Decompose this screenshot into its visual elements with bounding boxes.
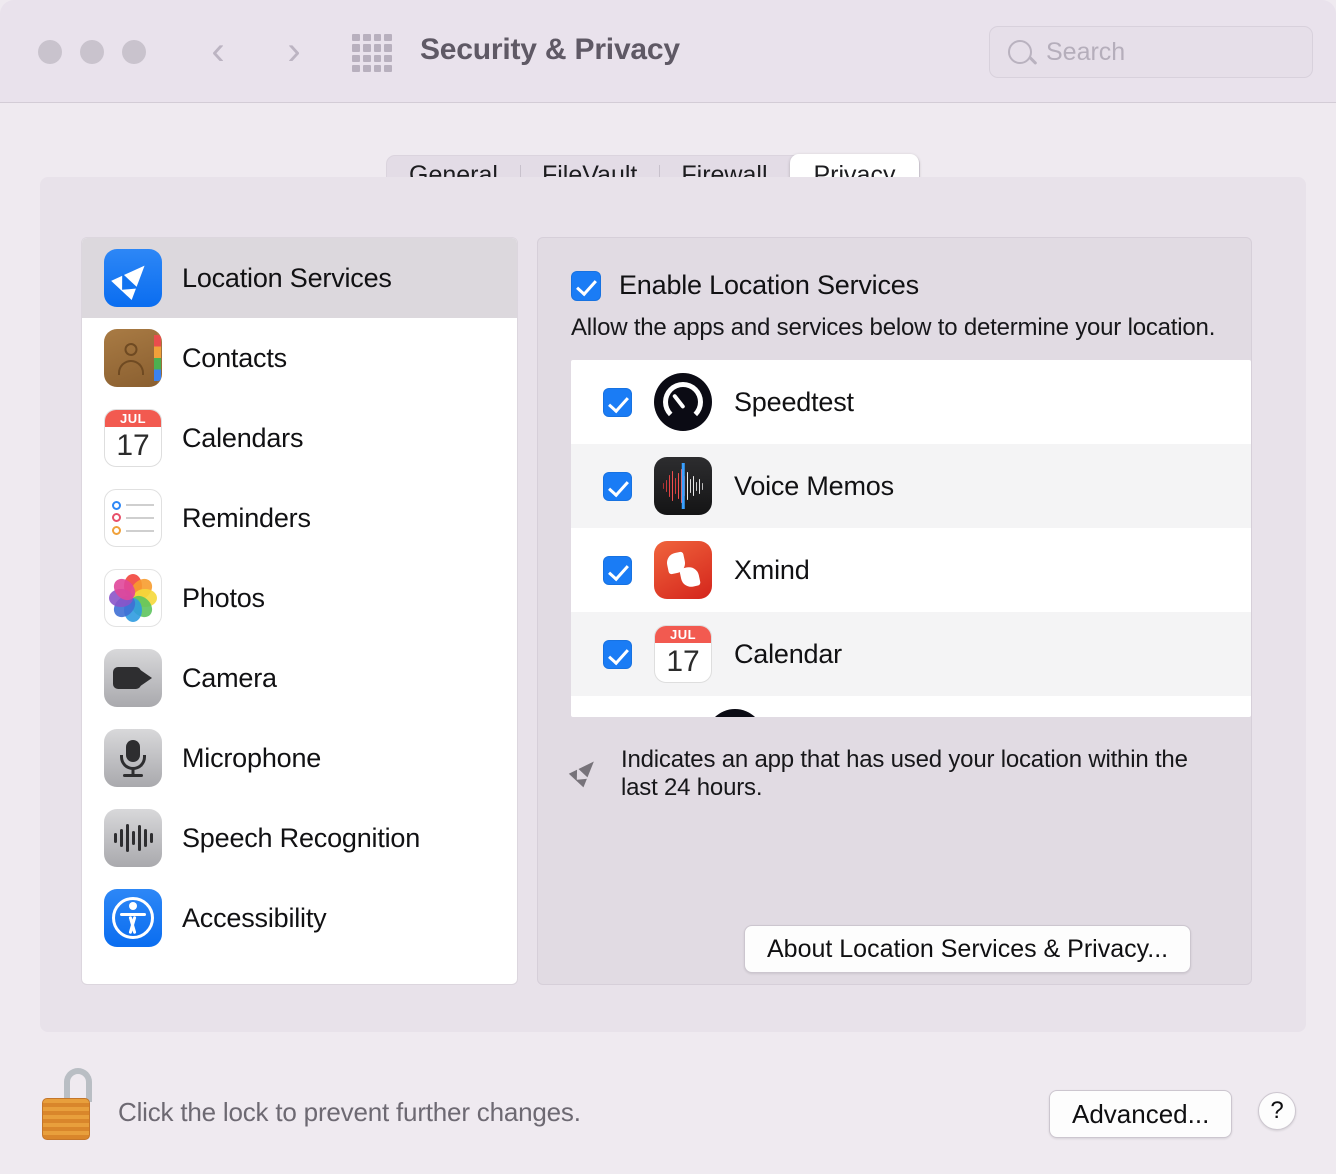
location-arrow-icon bbox=[568, 754, 607, 792]
zoom-button[interactable] bbox=[122, 40, 146, 64]
sidebar-item-label: Accessibility bbox=[182, 902, 327, 933]
show-all-grid-icon[interactable] bbox=[352, 34, 392, 72]
page-title: Security & Privacy bbox=[420, 33, 680, 66]
sidebar-item-calendars[interactable]: JUL 17 Calendars bbox=[82, 398, 517, 478]
app-name: Calendar bbox=[734, 638, 842, 669]
sidebar-item-label: Location Services bbox=[182, 262, 392, 293]
preferences-window: ‹ › Security & Privacy Search General Fi… bbox=[0, 0, 1336, 1174]
sidebar-item-location-services[interactable]: Location Services bbox=[82, 238, 517, 318]
accessibility-icon bbox=[104, 889, 162, 947]
microphone-icon bbox=[104, 729, 162, 787]
app-name: Speedtest bbox=[734, 386, 854, 417]
search-icon bbox=[1008, 40, 1032, 64]
location-usage-note: Indicates an app that has used your loca… bbox=[568, 746, 1206, 803]
sidebar-item-label: Camera bbox=[182, 662, 277, 693]
app-checkbox[interactable] bbox=[603, 471, 632, 501]
location-services-icon bbox=[104, 249, 162, 307]
xmind-icon bbox=[654, 541, 712, 599]
app-name: Voice Memos bbox=[734, 470, 894, 501]
chevron-right-icon[interactable]: › bbox=[272, 30, 316, 74]
partial-app-icon bbox=[706, 709, 764, 717]
contacts-icon bbox=[104, 329, 162, 387]
list-item[interactable]: Xmind bbox=[571, 528, 1251, 612]
photos-icon bbox=[104, 569, 162, 627]
calendar-icon: JUL 17 bbox=[104, 409, 162, 467]
calendar-icon-day: 17 bbox=[666, 645, 700, 678]
sidebar-item-label: Contacts bbox=[182, 342, 287, 373]
traffic-lights bbox=[38, 40, 146, 64]
calendar-icon-day: 17 bbox=[116, 429, 150, 462]
sidebar-item-camera[interactable]: Camera bbox=[82, 638, 517, 718]
sidebar-item-label: Reminders bbox=[182, 502, 311, 533]
list-item[interactable]: Voice Memos bbox=[571, 444, 1251, 528]
chevron-left-icon[interactable]: ‹ bbox=[196, 30, 240, 74]
app-name: Xmind bbox=[734, 554, 810, 585]
sidebar-item-accessibility[interactable]: Accessibility bbox=[82, 878, 517, 958]
calendar-icon-month: JUL bbox=[655, 626, 711, 643]
app-checkbox[interactable] bbox=[603, 639, 632, 669]
enable-location-services-checkbox[interactable] bbox=[571, 270, 601, 301]
privacy-category-list[interactable]: Location Services Contacts JUL 17 Calend… bbox=[81, 237, 518, 985]
sidebar-item-label: Microphone bbox=[182, 742, 322, 773]
sidebar-item-label: Calendars bbox=[182, 422, 304, 453]
camera-icon bbox=[104, 649, 162, 707]
close-button[interactable] bbox=[38, 40, 62, 64]
sidebar-item-speech-recognition[interactable]: Speech Recognition bbox=[82, 798, 517, 878]
location-usage-note-text: Indicates an app that has used your loca… bbox=[621, 746, 1188, 802]
calendar-icon-month: JUL bbox=[105, 410, 161, 427]
location-services-detail-panel: Enable Location Services Allow the apps … bbox=[537, 237, 1252, 985]
about-location-services-button[interactable]: About Location Services & Privacy... bbox=[744, 925, 1192, 973]
app-permission-list[interactable]: Speedtest Voice Memos Xmind JUL 17 Calen… bbox=[571, 360, 1251, 717]
unlocked-padlock-icon[interactable] bbox=[42, 1068, 100, 1140]
sidebar-item-label: Speech Recognition bbox=[182, 822, 421, 853]
advanced-button[interactable]: Advanced... bbox=[1049, 1090, 1233, 1138]
sidebar-item-microphone[interactable]: Microphone bbox=[82, 718, 517, 798]
title-bar: ‹ › Security & Privacy Search bbox=[0, 0, 1336, 103]
sidebar-item-reminders[interactable]: Reminders bbox=[82, 478, 517, 558]
app-checkbox[interactable] bbox=[603, 387, 632, 417]
lock-status-text: Click the lock to prevent further change… bbox=[118, 1097, 581, 1127]
reminders-icon bbox=[104, 489, 162, 547]
enable-location-services-row[interactable]: Enable Location Services bbox=[571, 270, 919, 301]
list-item-partial[interactable] bbox=[571, 696, 1251, 717]
minimize-button[interactable] bbox=[80, 40, 104, 64]
calendar-icon: JUL 17 bbox=[654, 625, 712, 683]
sidebar-item-contacts[interactable]: Contacts bbox=[82, 318, 517, 398]
location-description: Allow the apps and services below to det… bbox=[571, 314, 1216, 341]
speech-recognition-icon bbox=[104, 809, 162, 867]
list-item[interactable]: JUL 17 Calendar bbox=[571, 612, 1251, 696]
sidebar-item-label: Photos bbox=[182, 582, 265, 613]
speedtest-icon bbox=[654, 373, 712, 431]
enable-location-services-label: Enable Location Services bbox=[619, 270, 919, 300]
voice-memos-icon bbox=[654, 457, 712, 515]
list-item[interactable]: Speedtest bbox=[571, 360, 1251, 444]
help-button[interactable]: ? bbox=[1258, 1092, 1296, 1130]
app-checkbox[interactable] bbox=[603, 555, 632, 585]
sidebar-item-photos[interactable]: Photos bbox=[82, 558, 517, 638]
search-placeholder: Search bbox=[1046, 37, 1126, 66]
search-input[interactable]: Search bbox=[989, 26, 1313, 78]
